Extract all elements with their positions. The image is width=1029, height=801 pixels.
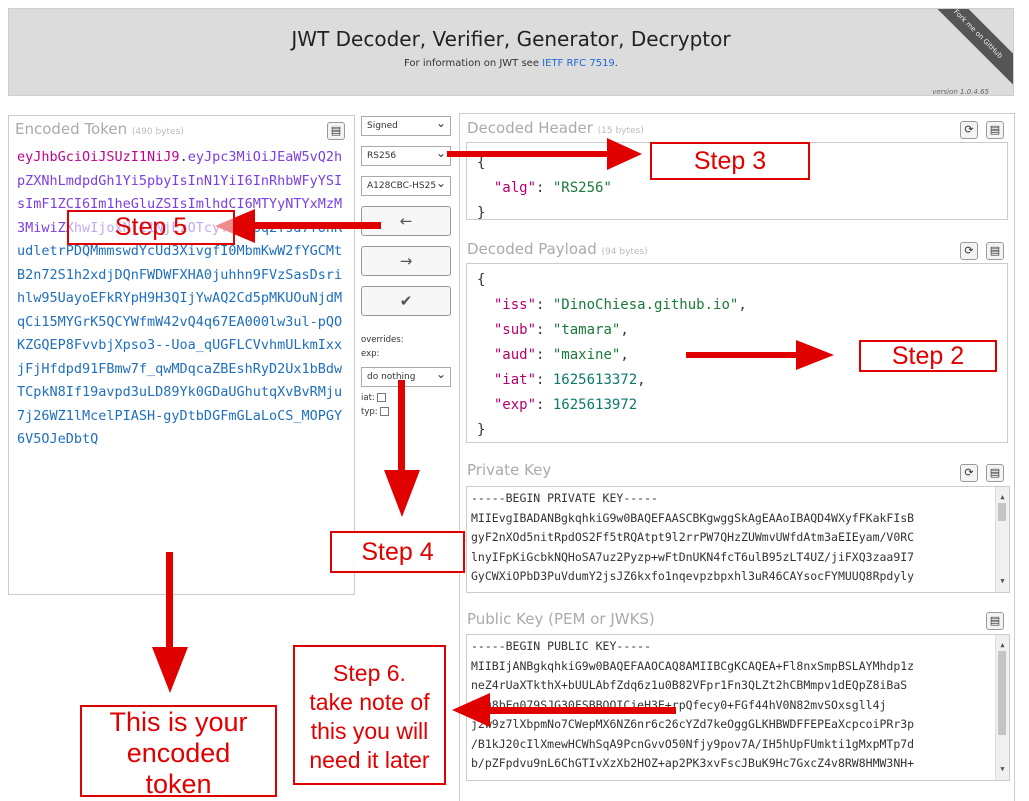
step2-arrow-shaft [686,352,796,358]
step4-annotation: Step 4 [330,531,465,573]
step3-arrow-shaft [447,151,607,157]
step4-arrow-shaft [398,380,405,470]
token-note-arrow-shaft [166,552,173,647]
step6-arrow-shaft [486,707,676,714]
annotation-arrows [152,138,834,727]
step6-arrow-head [452,693,490,727]
token-note-arrow-head [152,647,188,693]
step4-arrow-head [384,470,420,517]
step2-arrow-head [796,340,834,370]
step3-arrow-head [607,138,642,170]
step5-annotation: Step 5 [67,210,235,245]
step3-annotation: Step 3 [650,142,810,180]
step2-annotation: Step 2 [859,340,997,372]
step6-annotation: Step 6. take note of this you will need … [293,645,446,785]
encoded-token-annotation: This is your encoded token [80,705,277,799]
step5-arrow-shaft [255,222,381,229]
